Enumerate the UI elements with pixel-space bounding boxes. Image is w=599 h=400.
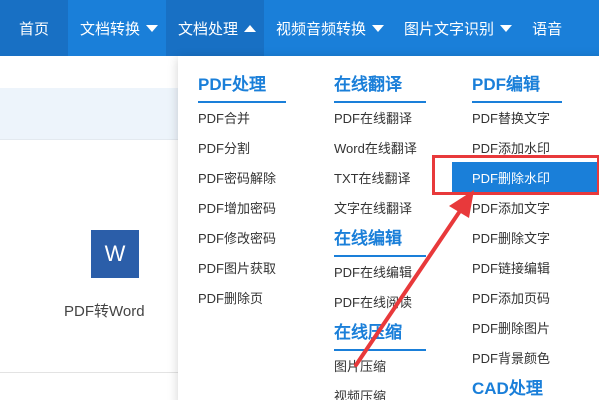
annotation-arrow-icon bbox=[354, 190, 474, 367]
